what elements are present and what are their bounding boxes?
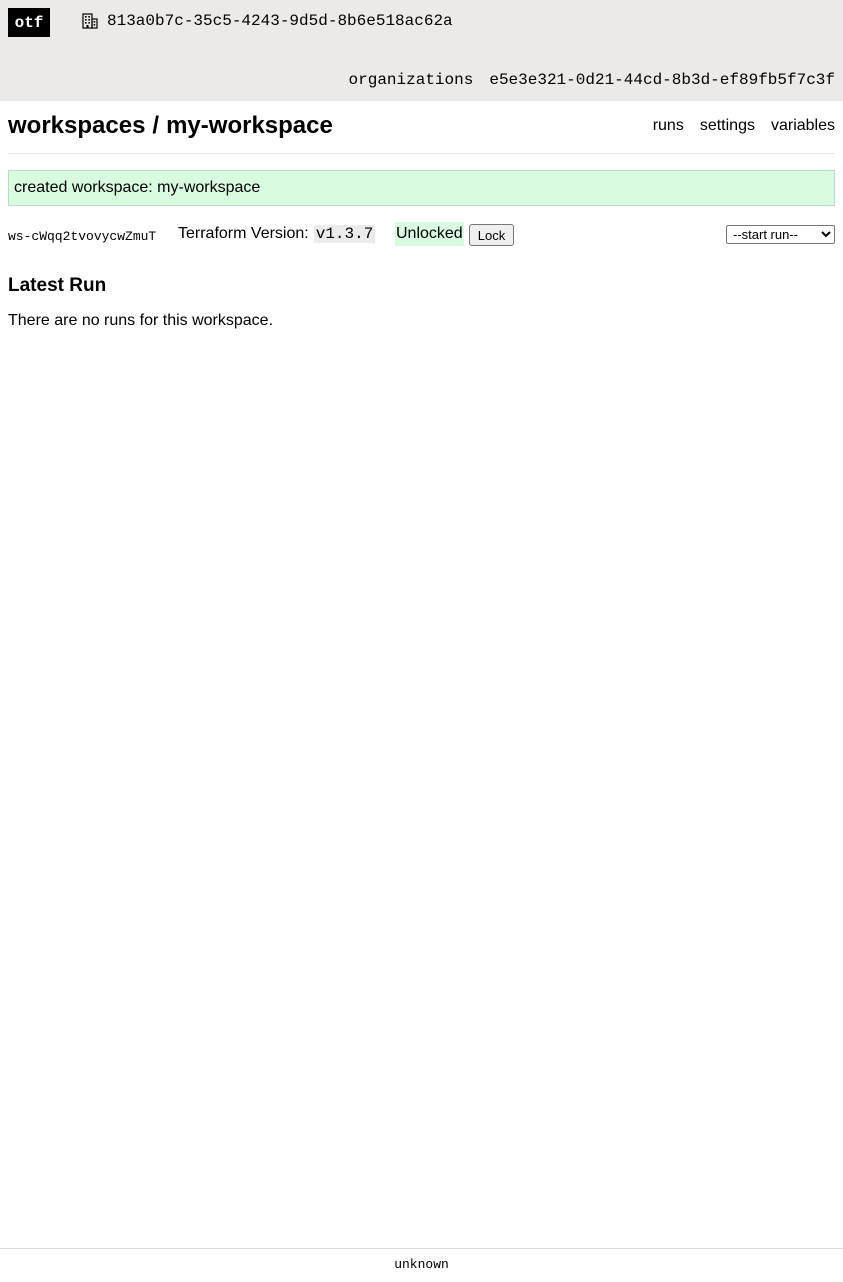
top-nav: organizations e5e3e321-0d21-44cd-8b3d-ef…: [349, 71, 835, 89]
footer-version: unknown: [394, 1257, 449, 1272]
current-organization-name: 813a0b7c-35c5-4243-9d5d-8b6e518ac62a: [107, 12, 453, 30]
organizations-link[interactable]: organizations: [349, 71, 474, 89]
page-title: workspaces / my-workspace: [8, 112, 333, 140]
terraform-version-label: Terraform Version:: [178, 225, 309, 242]
breadcrumb-workspaces-link[interactable]: workspaces: [8, 112, 145, 140]
building-icon: [82, 13, 98, 29]
tab-variables[interactable]: variables: [771, 117, 835, 135]
otf-logo[interactable]: otf: [8, 8, 50, 37]
terraform-version: Terraform Version: v1.3.7: [178, 225, 376, 243]
organization-link[interactable]: e5e3e321-0d21-44cd-8b3d-ef89fb5f7c3f: [489, 71, 835, 89]
top-bar: otf 813a0b7c-35c5-4243-9d5d-8b6e518ac62a…: [0, 0, 843, 101]
current-organization: 813a0b7c-35c5-4243-9d5d-8b6e518ac62a: [82, 12, 453, 30]
lock-status-badge: Unlocked: [395, 222, 464, 246]
flash-message: created workspace: my-workspace: [14, 179, 261, 196]
workspace-id: ws-cWqq2tvovycwZmuT: [8, 229, 157, 244]
no-runs-message: There are no runs for this workspace.: [8, 312, 274, 329]
tab-settings[interactable]: settings: [700, 117, 755, 135]
workspace-info: ws-cWqq2tvovycwZmuT Terraform Version: v…: [8, 222, 835, 246]
tab-runs[interactable]: runs: [653, 117, 684, 135]
lock-button[interactable]: Lock: [469, 224, 514, 246]
latest-run-heading: Latest Run: [8, 275, 107, 296]
terraform-version-value: v1.3.7: [313, 225, 376, 243]
header-divider: [8, 153, 835, 154]
workspace-tabs: runs settings variables: [637, 117, 835, 135]
breadcrumb-separator: /: [152, 112, 160, 139]
start-run-select[interactable]: --start run--: [726, 225, 835, 244]
breadcrumb-current: my-workspace: [166, 112, 333, 139]
footer: unknown: [0, 1248, 843, 1282]
flash-success: created workspace: my-workspace: [8, 170, 835, 206]
lock-status-text: Unlocked: [396, 225, 463, 242]
